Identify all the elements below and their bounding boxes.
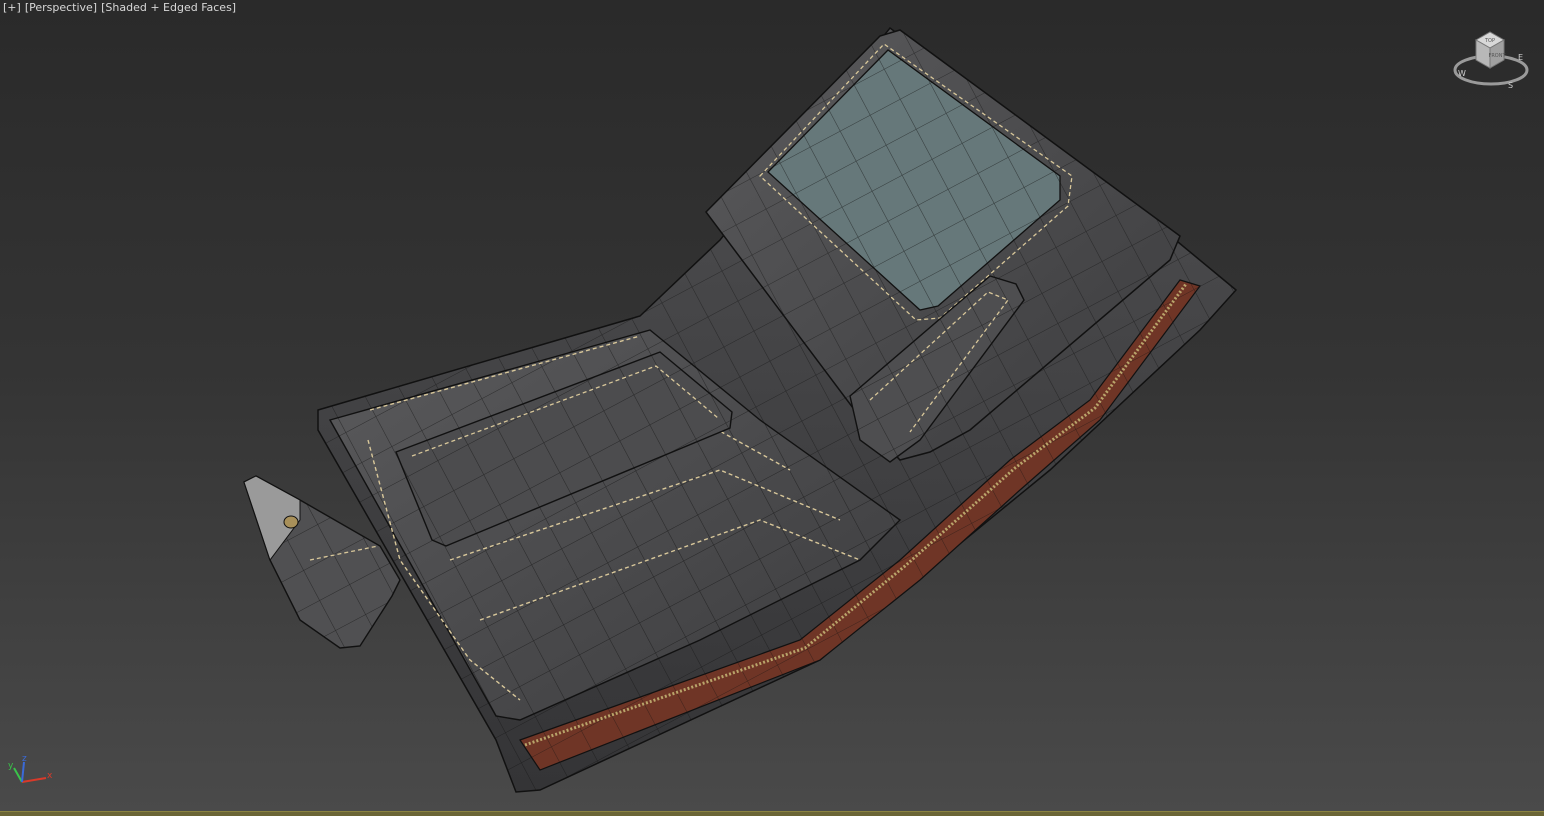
- viewcube-compass-e: E: [1518, 53, 1523, 62]
- viewcube-compass-s: S: [1508, 81, 1513, 90]
- axis-tripod-icon: x y z: [8, 754, 53, 783]
- x-axis-line: [21, 777, 47, 783]
- viewport-point-of-view-menu[interactable]: [Perspective]: [25, 1, 97, 14]
- viewport-bottom-border: [0, 811, 1544, 816]
- viewcube-widget[interactable]: TOP FRONT W S E: [1448, 26, 1534, 96]
- x-axis-label: x: [47, 771, 53, 781]
- z-axis-label: z: [22, 754, 27, 764]
- viewcube-front-label: FRONT: [1488, 53, 1506, 59]
- viewcube-top-label: TOP: [1484, 38, 1495, 44]
- y-axis-label: y: [8, 761, 14, 771]
- viewport-general-menu[interactable]: [+]: [3, 1, 21, 14]
- viewport-perspective[interactable]: [+] [Perspective] [Shaded + Edged Faces]: [0, 0, 1544, 816]
- z-axis-line: [21, 761, 25, 783]
- viewcube-compass-w: W: [1458, 69, 1466, 78]
- viewport-label-bar: [+] [Perspective] [Shaded + Edged Faces]: [3, 1, 236, 14]
- y-axis-line: [13, 767, 23, 783]
- viewport-shading-menu[interactable]: [Shaded + Edged Faces]: [101, 1, 236, 14]
- wallet-model[interactable]: [0, 0, 1544, 816]
